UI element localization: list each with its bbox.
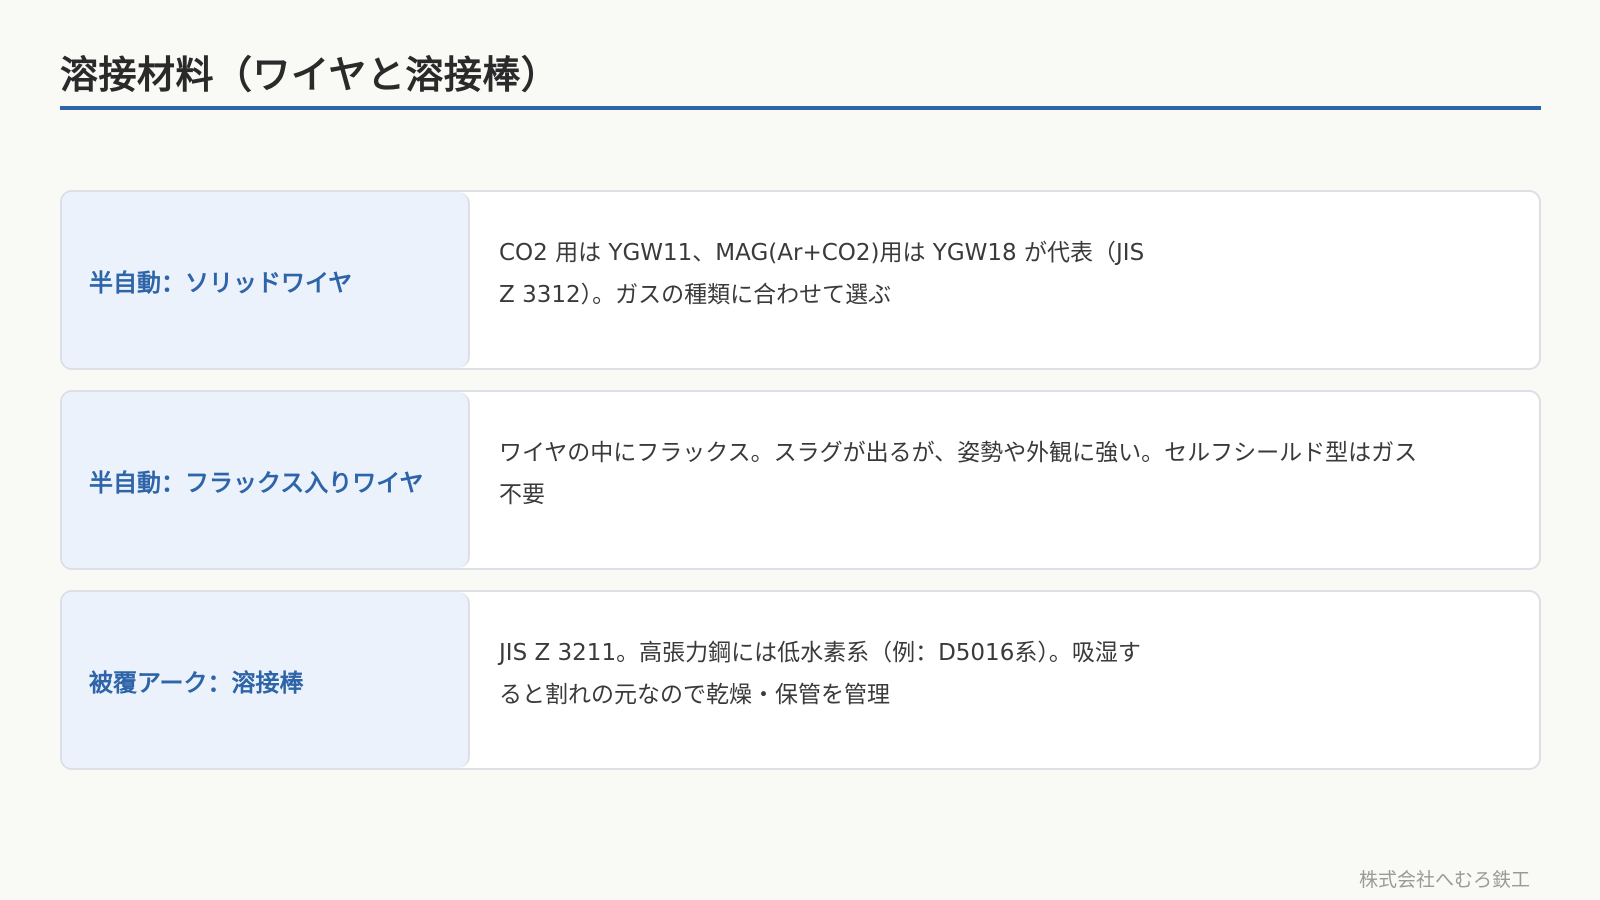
- material-description: CO2 用は YGW11、MAG(Ar+CO2)用は YGW18 が代表（JIS…: [499, 240, 1145, 308]
- material-row-solid-wire: 半自動：ソリッドワイヤ CO2 用は YGW11、MAG(Ar+CO2)用は Y…: [60, 190, 1541, 370]
- material-label: 半自動：ソリッドワイヤ: [62, 192, 470, 368]
- page-title: 溶接材料（ワイヤと溶接棒）: [60, 53, 560, 97]
- material-label: 被覆アーク：溶接棒: [62, 592, 470, 768]
- material-description: JIS Z 3211。高張力鋼には低水素系（例：D5016系）。吸湿すると割れの…: [499, 640, 1141, 708]
- title-underline: [60, 106, 1541, 110]
- material-row-flux-cored-wire: 半自動：フラックス入りワイヤ ワイヤの中にフラックス。スラグが出るが、姿勢や外観…: [60, 390, 1541, 570]
- material-description: ワイヤの中にフラックス。スラグが出るが、姿勢や外観に強い。セルフシールド型はガス…: [499, 440, 1418, 508]
- material-label: 半自動：フラックス入りワイヤ: [62, 392, 470, 568]
- material-row-covered-electrode: 被覆アーク：溶接棒 JIS Z 3211。高張力鋼には低水素系（例：D5016系…: [60, 590, 1541, 770]
- footer-company-name: 株式会社へむろ鉄工: [1358, 869, 1530, 891]
- material-list: 半自動：ソリッドワイヤ CO2 用は YGW11、MAG(Ar+CO2)用は Y…: [60, 190, 1541, 790]
